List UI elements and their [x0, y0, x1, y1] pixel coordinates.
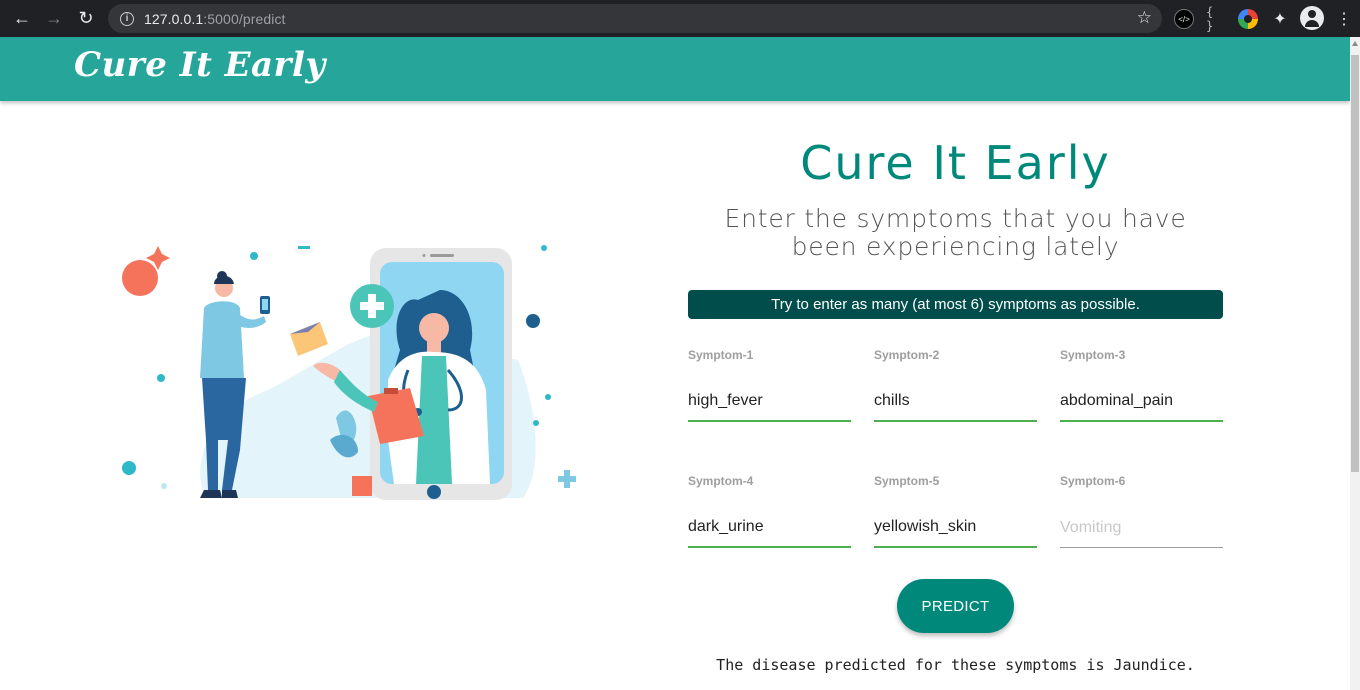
symptom-5-label: Symptom-5 [874, 474, 940, 488]
prediction-result: The disease predicted for these symptoms… [716, 656, 1195, 674]
extensions-puzzle-icon[interactable]: ✦ [1270, 9, 1290, 29]
symptom-3-input[interactable] [1060, 382, 1223, 422]
back-icon[interactable]: ← [6, 0, 38, 37]
symptom-5-input[interactable] [874, 508, 1037, 548]
reload-icon[interactable]: ↻ [70, 0, 102, 37]
doctor-illustration [122, 245, 576, 500]
scroll-up-arrow[interactable] [1352, 41, 1358, 46]
extension-code-icon[interactable]: </> [1174, 9, 1194, 29]
symptom-2-label: Symptom-2 [874, 348, 940, 362]
symptom-1-label: Symptom-1 [688, 348, 754, 362]
scrollbar-thumb[interactable] [1351, 55, 1359, 472]
symptom-4-input[interactable] [688, 508, 851, 548]
extension-json-icon[interactable]: { } [1206, 5, 1226, 33]
address-bar[interactable]: i 127.0.0.1:5000/predict ☆ [108, 4, 1162, 33]
browser-toolbar: ← → ↻ i 127.0.0.1:5000/predict ☆ </> { }… [0, 0, 1360, 37]
instruction-banner: Try to enter as many (at most 6) symptom… [688, 290, 1223, 319]
symptom-3-label: Symptom-3 [1060, 348, 1126, 362]
site-navbar: Cure It Early [0, 37, 1350, 101]
brand-logo[interactable]: Cure It Early [74, 45, 326, 85]
symptom-1-input[interactable] [688, 382, 851, 422]
forward-icon[interactable]: → [38, 0, 70, 37]
bookmark-star-icon[interactable]: ☆ [1137, 8, 1152, 28]
symptom-6-input[interactable] [1060, 508, 1223, 548]
extension-color-icon[interactable] [1238, 9, 1258, 29]
symptom-4-field: Symptom-4 [688, 474, 851, 548]
symptom-2-input[interactable] [874, 382, 1037, 422]
symptom-6-label: Symptom-6 [1060, 474, 1126, 488]
symptom-4-label: Symptom-4 [688, 474, 754, 488]
info-icon[interactable]: i [120, 11, 134, 26]
symptom-2-field: Symptom-2 [874, 348, 1037, 422]
scrollbar[interactable] [1350, 37, 1360, 690]
symptom-1-field: Symptom-1 [688, 348, 851, 422]
page-subtitle: Enter the symptoms that you have been ex… [724, 204, 1187, 261]
predict-button[interactable]: PREDICT [897, 579, 1014, 633]
page-title: Cure It Early [800, 136, 1111, 190]
symptom-5-field: Symptom-5 [874, 474, 1037, 548]
symptom-3-field: Symptom-3 [1060, 348, 1223, 422]
url-text: 127.0.0.1:5000/predict [144, 10, 286, 27]
symptom-6-field: Symptom-6 [1060, 474, 1223, 548]
menu-kebab-icon[interactable]: ⋮ [1334, 9, 1354, 29]
profile-avatar-icon[interactable] [1300, 6, 1324, 30]
